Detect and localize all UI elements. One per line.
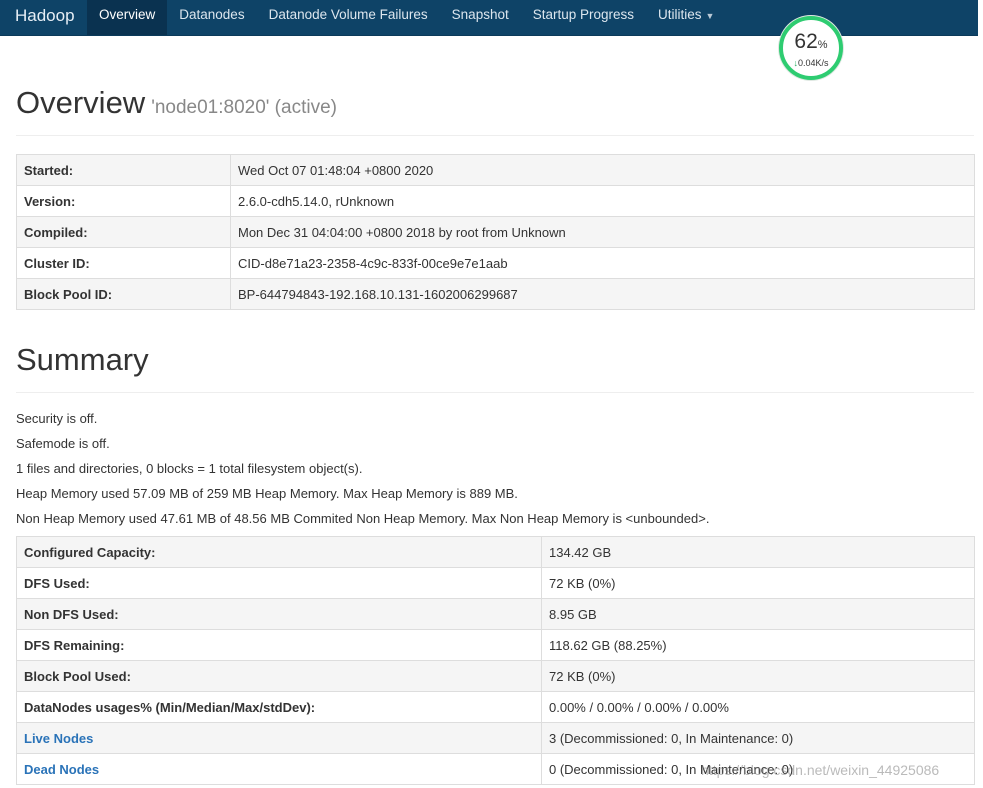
table-row: Compiled: Mon Dec 31 04:04:00 +0800 2018 … bbox=[16, 216, 975, 248]
live-nodes-link[interactable]: Live Nodes bbox=[16, 722, 542, 754]
row-key: DFS Remaining: bbox=[16, 629, 542, 661]
watermark: https://blog.csdn.net/weixin_44925086 bbox=[701, 762, 940, 778]
row-key: Started: bbox=[16, 154, 231, 186]
heap-memory: Heap Memory used 57.09 MB of 259 MB Heap… bbox=[16, 486, 518, 501]
row-value: 3 (Decommissioned: 0, In Maintenance: 0) bbox=[541, 722, 975, 754]
nav-snapshot[interactable]: Snapshot bbox=[440, 0, 521, 35]
widget-speed: ↓0.04K/s bbox=[783, 58, 839, 68]
row-key: Version: bbox=[16, 185, 231, 217]
nav-overview[interactable]: Overview bbox=[87, 0, 168, 35]
safemode-status: Safemode is off. bbox=[16, 436, 110, 451]
row-value: 2.6.0-cdh5.14.0, rUnknown bbox=[230, 185, 975, 217]
overview-subtitle: 'node01:8020' (active) bbox=[151, 97, 337, 118]
overview-divider bbox=[16, 135, 974, 136]
row-value: 0.00% / 0.00% / 0.00% / 0.00% bbox=[541, 691, 975, 723]
non-heap-memory: Non Heap Memory used 47.61 MB of 48.56 M… bbox=[16, 511, 710, 526]
nav-utilities[interactable]: Utilities ▼ bbox=[646, 0, 726, 35]
overview-title: Overview bbox=[16, 85, 146, 120]
overview-table: Started: Wed Oct 07 01:48:04 +0800 2020 V… bbox=[16, 154, 975, 310]
row-key: Block Pool Used: bbox=[16, 660, 542, 692]
widget-percent-unit: % bbox=[817, 39, 828, 51]
summary-title: Summary bbox=[16, 342, 149, 377]
table-row: DFS Remaining: 118.62 GB (88.25%) bbox=[16, 629, 975, 661]
widget-percent: 62% bbox=[783, 30, 839, 54]
table-row: Version: 2.6.0-cdh5.14.0, rUnknown bbox=[16, 185, 975, 217]
row-value: CID-d8e71a23-2358-4c9c-833f-00ce9e7e1aab bbox=[230, 247, 975, 279]
row-key: Compiled: bbox=[16, 216, 231, 248]
row-key: DFS Used: bbox=[16, 567, 542, 599]
table-row: Started: Wed Oct 07 01:48:04 +0800 2020 bbox=[16, 154, 975, 186]
nav-menu: Overview Datanodes Datanode Volume Failu… bbox=[87, 0, 726, 35]
table-row: DFS Used: 72 KB (0%) bbox=[16, 567, 975, 599]
row-key: Block Pool ID: bbox=[16, 278, 231, 310]
row-key: Configured Capacity: bbox=[16, 536, 542, 568]
row-value: Mon Dec 31 04:04:00 +0800 2018 by root f… bbox=[230, 216, 975, 248]
widget-percent-value: 62 bbox=[794, 30, 818, 53]
table-row: Block Pool Used: 72 KB (0%) bbox=[16, 660, 975, 692]
row-value: 72 KB (0%) bbox=[541, 567, 975, 599]
summary-divider bbox=[16, 392, 974, 393]
row-value: Wed Oct 07 01:48:04 +0800 2020 bbox=[230, 154, 975, 186]
dead-nodes-link[interactable]: Dead Nodes bbox=[16, 753, 542, 785]
table-row: Cluster ID: CID-d8e71a23-2358-4c9c-833f-0… bbox=[16, 247, 975, 279]
row-value: 8.95 GB bbox=[541, 598, 975, 630]
overview-heading: Overview'node01:8020' (active) bbox=[16, 85, 337, 121]
row-value: 134.42 GB bbox=[541, 536, 975, 568]
nav-datanode-volume-failures[interactable]: Datanode Volume Failures bbox=[257, 0, 440, 35]
brand-logo[interactable]: Hadoop bbox=[15, 6, 75, 26]
nav-datanodes[interactable]: Datanodes bbox=[167, 0, 256, 35]
table-row: Non DFS Used: 8.95 GB bbox=[16, 598, 975, 630]
row-value: 118.62 GB (88.25%) bbox=[541, 629, 975, 661]
row-value: 72 KB (0%) bbox=[541, 660, 975, 692]
row-key: Non DFS Used: bbox=[16, 598, 542, 630]
nav-startup-progress[interactable]: Startup Progress bbox=[521, 0, 646, 35]
nav-utilities-label: Utilities bbox=[658, 7, 702, 22]
widget-speed-value: 0.04K/s bbox=[797, 58, 829, 68]
row-key: Cluster ID: bbox=[16, 247, 231, 279]
table-row: DataNodes usages% (Min/Median/Max/stdDev… bbox=[16, 691, 975, 723]
table-row: Live Nodes 3 (Decommissioned: 0, In Maint… bbox=[16, 722, 975, 754]
row-value: BP-644794843-192.168.10.131-160200629968… bbox=[230, 278, 975, 310]
table-row: Configured Capacity: 134.42 GB bbox=[16, 536, 975, 568]
summary-table: Configured Capacity: 134.42 GB DFS Used: 7… bbox=[16, 536, 975, 785]
table-row: Block Pool ID: BP-644794843-192.168.10.13… bbox=[16, 278, 975, 310]
security-status: Security is off. bbox=[16, 411, 98, 426]
filesystem-objects: 1 files and directories, 0 blocks = 1 to… bbox=[16, 461, 363, 476]
network-speed-widget[interactable]: 62% ↓0.04K/s bbox=[779, 16, 843, 80]
row-key: DataNodes usages% (Min/Median/Max/stdDev… bbox=[16, 691, 542, 723]
caret-down-icon: ▼ bbox=[705, 11, 715, 21]
